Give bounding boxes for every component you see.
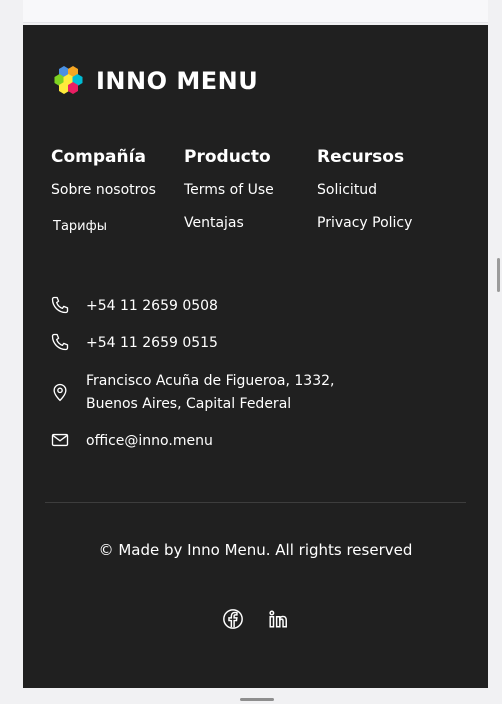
footer-column-company: Compañía Sobre nosotros Тарифы [51,147,156,234]
facebook-link[interactable] [222,608,244,634]
footer-column-resources: Recursos Solicitud Privacy Policy [317,147,412,231]
column-heading-resources: Recursos [317,147,405,167]
brand-name: INNO MENU [96,67,259,95]
home-indicator [240,698,274,701]
previous-section-card [23,0,488,23]
link-ventajas[interactable]: Ventajas [184,214,244,232]
link-privacy-policy[interactable]: Privacy Policy [317,214,412,232]
address-text: Francisco Acuña de Figueroa, 1332, Bueno… [86,370,334,416]
contact-phone-2[interactable]: +54 11 2659 0515 [50,332,218,355]
link-solicitud[interactable]: Solicitud [317,181,377,199]
column-heading-product: Producto [184,147,271,167]
contact-phone-1[interactable]: +54 11 2659 0508 [50,295,218,318]
phone-icon [51,333,69,351]
brand-logo[interactable]: INNO MENU [50,63,258,99]
phone-number-2: +54 11 2659 0515 [86,335,218,351]
link-sobre-nosotros[interactable]: Sobre nosotros [51,181,156,199]
copyright-text: © Made by Inno Menu. All rights reserved [98,541,413,559]
phone-number-1: +54 11 2659 0508 [86,298,218,314]
linkedin-link[interactable] [267,608,289,634]
site-footer: INNO MENU Compañía Sobre nosotros Тарифы… [23,25,488,688]
column-heading-company: Compañía [51,147,146,167]
link-terms-of-use[interactable]: Terms of Use [184,181,274,199]
linkedin-icon [269,610,287,628]
address-line-1: Francisco Acuña de Figueroa, 1332, [86,373,335,389]
contact-email[interactable]: office@inno.menu [50,430,213,453]
contact-address[interactable]: Francisco Acuña de Figueroa, 1332, Bueno… [50,370,334,416]
email-address: office@inno.menu [86,433,213,449]
facebook-icon [223,609,243,629]
scrollbar-thumb[interactable] [497,258,500,292]
logo-hexagons-icon [54,66,83,94]
footer-column-product: Producto Terms of Use Ventajas [184,147,274,231]
footer-divider [45,502,466,503]
address-line-2: Buenos Aires, Capital Federal [86,396,292,412]
link-tarifas[interactable]: Тарифы [53,218,107,236]
mail-icon [51,433,69,447]
map-pin-icon [53,383,67,402]
phone-icon [51,296,69,314]
